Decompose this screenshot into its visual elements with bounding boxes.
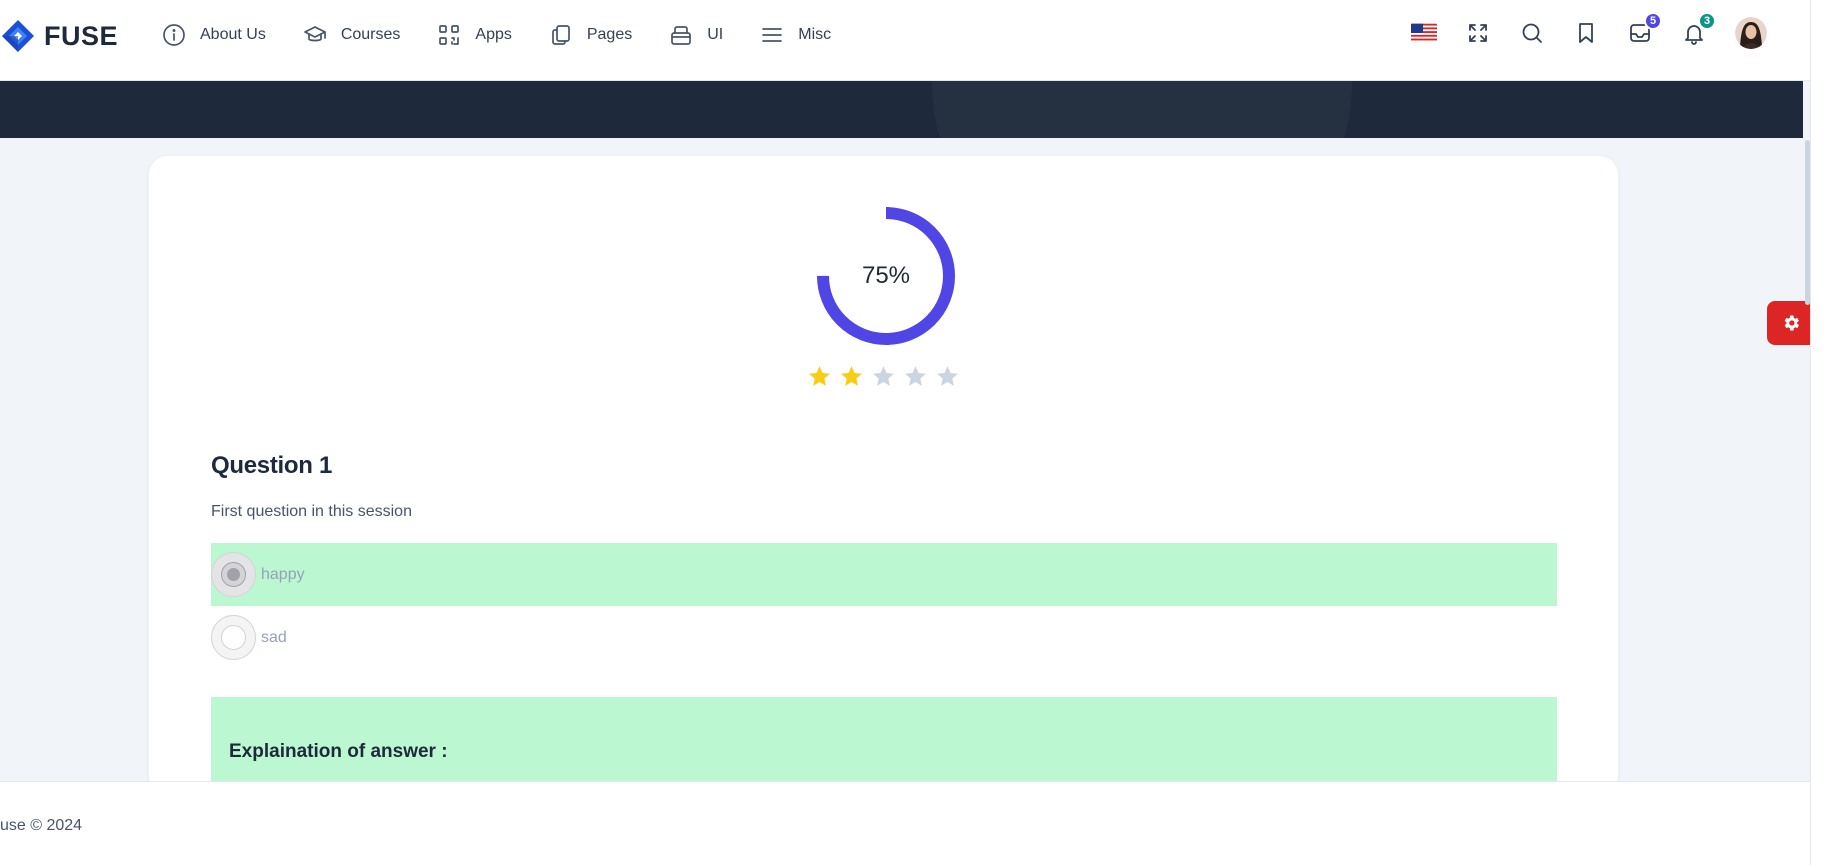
nav-item-courses[interactable]: Courses — [303, 23, 401, 47]
page-hero-band — [0, 81, 1803, 138]
hero-decoration — [932, 81, 1352, 138]
nav-item-ui[interactable]: UI — [669, 23, 723, 47]
answer-option-sad[interactable]: sad — [211, 606, 1557, 669]
score-percent-label: 75% — [861, 262, 911, 289]
page-footer: use © 2024 — [0, 781, 1810, 865]
answer-option-label: sad — [261, 628, 287, 646]
scrollbar-thumb[interactable] — [1805, 140, 1810, 305]
nav-label: About Us — [200, 26, 266, 43]
nav-label: Courses — [340, 26, 401, 43]
nav-item-about-us[interactable]: About Us — [162, 23, 266, 47]
star-filled-icon — [841, 366, 862, 386]
star-rating — [807, 364, 960, 389]
nav-label: Pages — [586, 26, 633, 43]
brand-logo[interactable]: FUSE — [0, 18, 118, 54]
nav-item-misc[interactable]: Misc — [760, 23, 831, 47]
user-avatar[interactable] — [1735, 17, 1767, 49]
language-button[interactable] — [1411, 20, 1437, 46]
nav-label: Apps — [475, 26, 512, 43]
search-button[interactable] — [1519, 20, 1545, 46]
search-icon — [1522, 23, 1542, 43]
fullscreen-icon — [1469, 24, 1487, 42]
notifications-button[interactable]: 3 — [1681, 12, 1716, 46]
radio-button[interactable] — [211, 615, 256, 660]
star-empty-icon — [873, 366, 894, 386]
nav-item-pages[interactable]: Pages — [549, 23, 632, 47]
star-empty-icon — [937, 366, 958, 386]
top-navbar: FUSE About Us Courses Apps Pages UI Misc — [0, 0, 1810, 81]
theme-settings-button[interactable] — [1767, 301, 1815, 345]
fuse-logo-icon — [2, 20, 34, 52]
star-filled-icon — [809, 366, 830, 386]
radio-button[interactable] — [211, 552, 256, 597]
radio-circle — [221, 562, 246, 587]
answer-option-label: happy — [261, 565, 305, 583]
main-nav: About Us Courses Apps Pages UI Misc — [162, 0, 868, 70]
explanation-title: Explaination of answer : — [229, 741, 448, 762]
question-title: Question 1 — [211, 452, 333, 479]
bookmark-button[interactable] — [1573, 20, 1599, 46]
page-scrollbar[interactable] — [1810, 0, 1829, 865]
copy-pages-icon — [552, 25, 570, 45]
quiz-result-card: 75% Question 1 First question in this se… — [148, 155, 1619, 795]
header-actions: 5 3 — [1411, 12, 1767, 49]
avatar-image — [1735, 17, 1767, 49]
brand-name: FUSE — [44, 20, 119, 51]
info-circle-icon — [163, 24, 185, 46]
messages-button[interactable]: 5 — [1627, 12, 1662, 46]
messages-badge: 5 — [1644, 12, 1662, 30]
radio-dot — [227, 568, 240, 581]
answer-option-happy[interactable]: happy — [211, 543, 1557, 606]
fullscreen-button[interactable] — [1465, 20, 1491, 46]
nav-label: UI — [707, 26, 724, 43]
footer-copyright: use © 2024 — [0, 817, 83, 834]
nav-item-apps[interactable]: Apps — [437, 23, 512, 47]
layers-box-icon — [671, 26, 692, 45]
menu-lines-icon — [762, 28, 783, 42]
gear-icon — [1784, 315, 1799, 331]
nav-label: Misc — [798, 26, 832, 43]
star-empty-icon — [905, 366, 926, 386]
radio-circle — [221, 625, 246, 650]
qr-grid-icon — [439, 25, 460, 45]
question-description: First question in this session — [211, 503, 412, 520]
us-flag-icon — [1411, 23, 1437, 43]
bookmark-icon — [1579, 23, 1593, 43]
notifications-badge: 3 — [1698, 12, 1716, 30]
graduation-cap-icon — [303, 26, 326, 42]
